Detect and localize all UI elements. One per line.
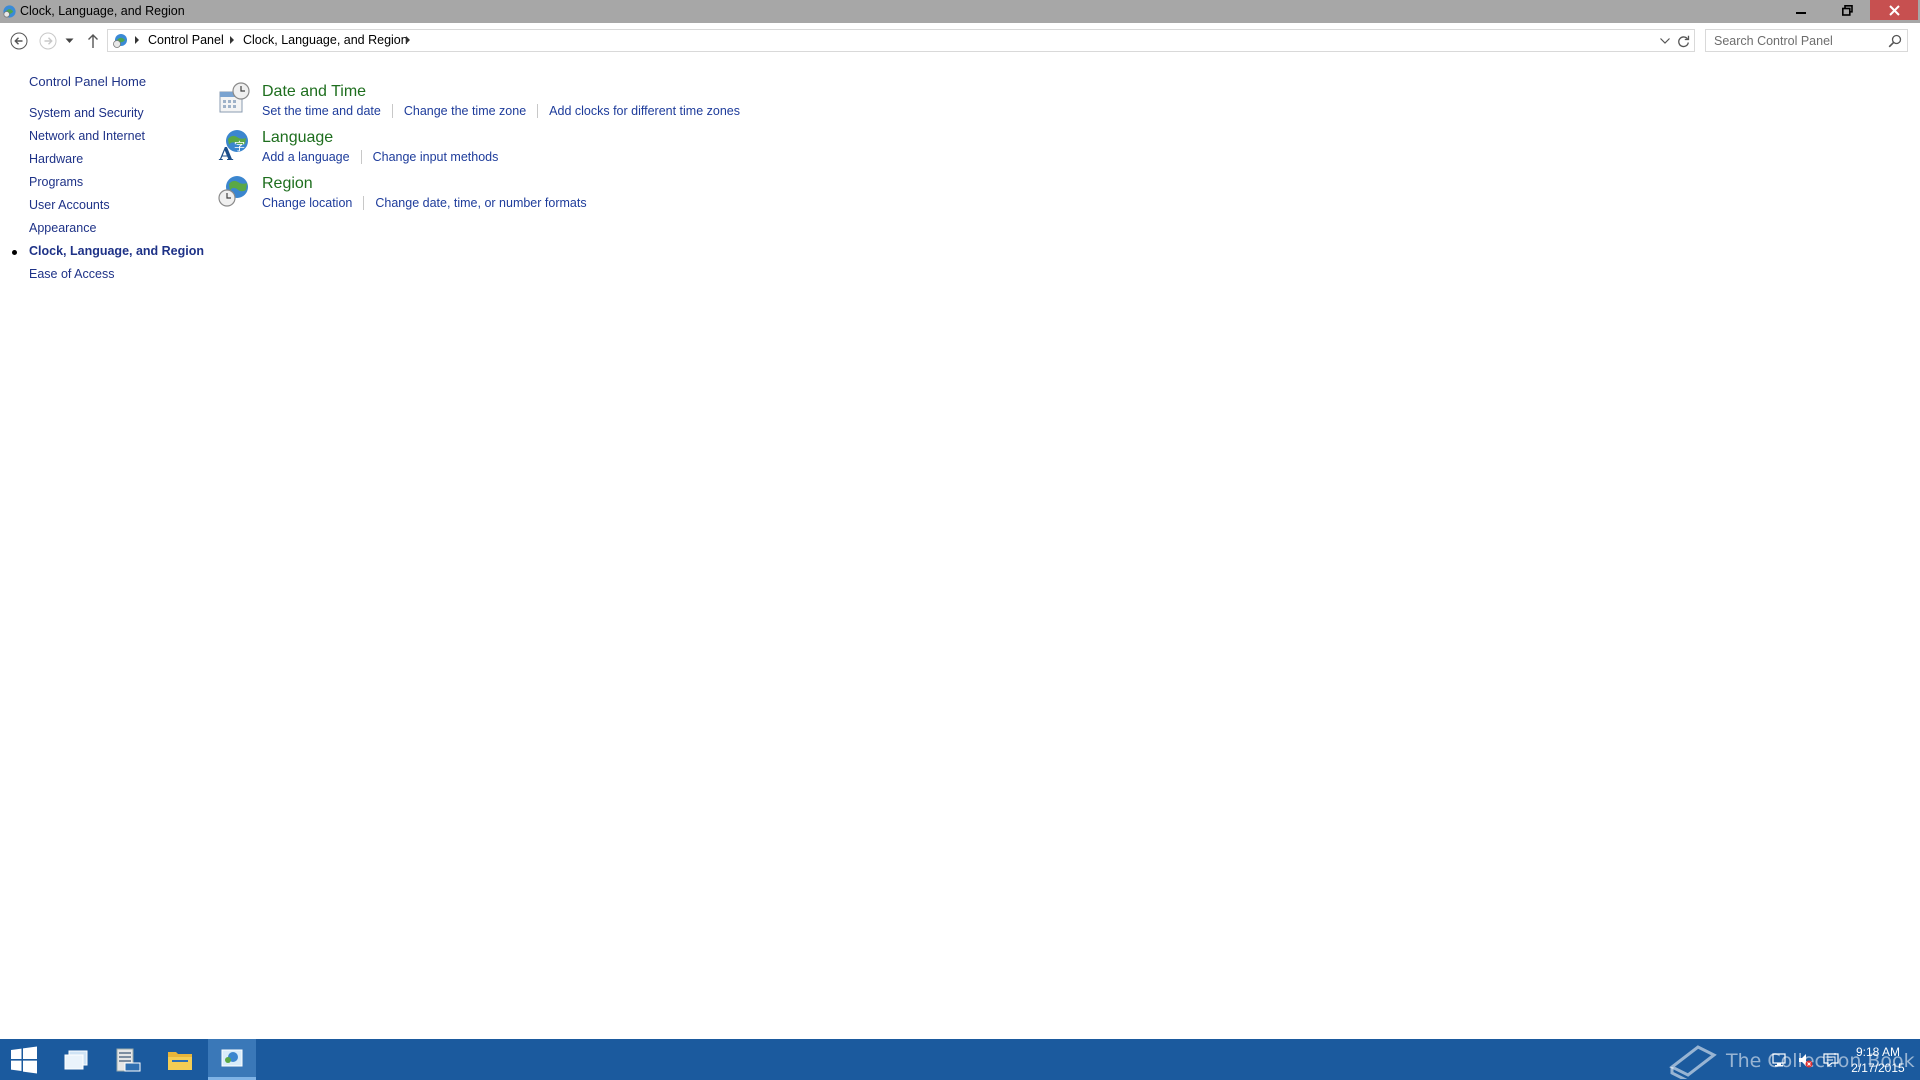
date-and-time-links: Set the time and date Change the time zo… (262, 104, 740, 118)
sidebar-item-programs[interactable]: Programs (29, 175, 83, 189)
folder-icon (168, 1051, 192, 1070)
link-divider (391, 104, 393, 118)
control-panel-taskbar-button[interactable] (208, 1039, 256, 1080)
navigation-bar: Control Panel Clock, Language, and Regio… (0, 23, 1920, 58)
windows-logo-icon (11, 1046, 37, 1073)
restore-icon (1841, 4, 1853, 16)
region-icon[interactable] (217, 174, 251, 208)
search-icon[interactable] (1888, 34, 1902, 48)
sidebar-item-network-and-internet[interactable]: Network and Internet (29, 129, 145, 143)
address-history-button[interactable] (1658, 34, 1672, 48)
server-manager-button[interactable] (104, 1039, 152, 1080)
link-divider (537, 104, 539, 118)
change-input-methods-link[interactable]: Change input methods (373, 150, 499, 164)
svg-text:字: 字 (234, 139, 245, 153)
clock-date: 2/17/2015 (1851, 1061, 1905, 1075)
svg-text:A: A (218, 144, 234, 162)
change-formats-link[interactable]: Change date, time, or number formats (375, 196, 586, 210)
forward-arrow-icon (39, 32, 57, 50)
server-manager-icon (116, 1048, 141, 1071)
language-title[interactable]: Language (262, 129, 333, 147)
taskbar: The Collection Book 9:18 AM 2/17/2015 (0, 1039, 1920, 1080)
minimize-button[interactable] (1778, 0, 1824, 20)
breadcrumb-separator-icon[interactable] (135, 36, 139, 44)
up-arrow-icon (88, 34, 98, 48)
book-logo-icon (1669, 1045, 1717, 1079)
date-and-time-title[interactable]: Date and Time (262, 83, 366, 101)
breadcrumb-separator-icon[interactable] (406, 36, 410, 44)
sidebar-item-user-accounts[interactable]: User Accounts (29, 198, 110, 212)
network-icon (1772, 1052, 1786, 1066)
breadcrumb-clock-language-region[interactable]: Clock, Language, and Region (243, 33, 408, 47)
region-title[interactable]: Region (262, 175, 313, 193)
refresh-button[interactable] (1675, 33, 1691, 49)
add-a-language-link[interactable]: Add a language (262, 150, 350, 164)
breadcrumb-separator-icon[interactable] (230, 36, 234, 44)
start-button[interactable] (0, 1039, 48, 1080)
search-box[interactable] (1705, 29, 1908, 52)
control-panel-icon (113, 34, 127, 48)
control-panel-home-link[interactable]: Control Panel Home (29, 74, 146, 89)
language-icon[interactable]: A 字 (217, 128, 251, 162)
taskbar-clock[interactable]: 9:18 AM 2/17/2015 (1838, 1044, 1918, 1076)
back-button[interactable] (8, 30, 30, 52)
refresh-icon (1677, 35, 1689, 47)
chevron-down-icon (65, 38, 73, 43)
close-icon (1888, 4, 1900, 16)
sidebar-item-clock-language-and-region[interactable]: Clock, Language, and Region (29, 244, 204, 258)
back-arrow-icon (10, 32, 28, 50)
title-bar: Clock, Language, and Region (0, 0, 1920, 23)
tray-volume-button[interactable] (1794, 1039, 1816, 1080)
address-bar[interactable]: Control Panel Clock, Language, and Regio… (107, 29, 1695, 52)
volume-muted-icon (1799, 1053, 1813, 1067)
region-links: Change location Change date, time, or nu… (262, 196, 587, 210)
sidebar-item-appearance[interactable]: Appearance (29, 221, 96, 235)
breadcrumb-control-panel[interactable]: Control Panel (148, 33, 224, 47)
language-links: Add a language Change input methods (262, 150, 498, 164)
change-time-zone-link[interactable]: Change the time zone (404, 104, 526, 118)
control-panel-icon (3, 5, 16, 18)
set-time-and-date-link[interactable]: Set the time and date (262, 104, 381, 118)
window-title: Clock, Language, and Region (20, 4, 185, 18)
current-item-bullet-icon (12, 250, 17, 255)
notification-icon (1823, 1052, 1839, 1067)
recent-locations-button[interactable] (62, 30, 76, 52)
task-view-icon (64, 1050, 88, 1069)
minimize-icon (1796, 12, 1806, 14)
search-input[interactable] (1706, 30, 1882, 51)
add-clocks-link[interactable]: Add clocks for different time zones (549, 104, 740, 118)
control-panel-icon (221, 1049, 243, 1067)
up-button[interactable] (82, 30, 104, 52)
close-button[interactable] (1870, 0, 1918, 20)
link-divider (363, 196, 365, 210)
chevron-down-icon (1660, 38, 1670, 44)
link-divider (360, 150, 362, 164)
sidebar-item-ease-of-access[interactable]: Ease of Access (29, 267, 114, 281)
sidebar-item-hardware[interactable]: Hardware (29, 152, 83, 166)
clock-time: 9:18 AM (1855, 1045, 1901, 1059)
restore-button[interactable] (1824, 0, 1870, 20)
file-explorer-button[interactable] (156, 1039, 204, 1080)
forward-button[interactable] (37, 30, 59, 52)
task-view-button[interactable] (52, 1039, 100, 1080)
date-time-icon[interactable] (217, 82, 251, 116)
sidebar-item-system-and-security[interactable]: System and Security (29, 106, 144, 120)
change-location-link[interactable]: Change location (262, 196, 352, 210)
tray-network-button[interactable] (1768, 1039, 1790, 1080)
